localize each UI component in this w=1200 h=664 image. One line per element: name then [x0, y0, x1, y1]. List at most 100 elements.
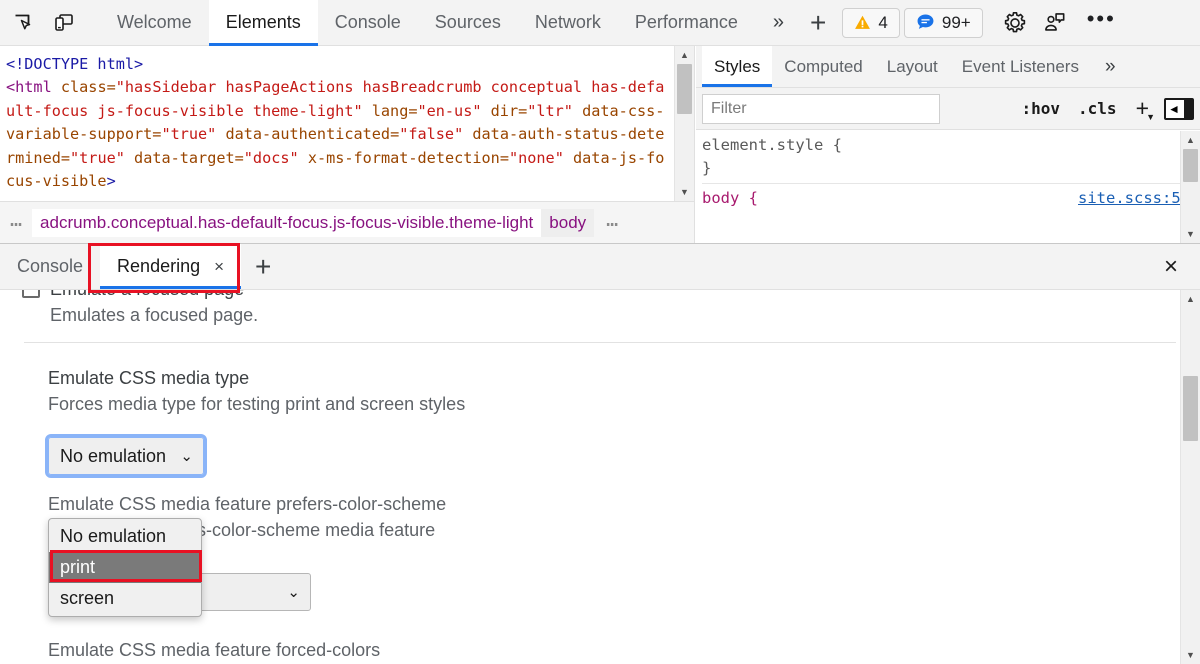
more-options-button[interactable]: •••: [1075, 7, 1128, 38]
dom-attr-format-detection: x-ms-format-detection=: [307, 148, 509, 167]
chevron-down-icon: ⌄: [180, 448, 193, 465]
css-source-link[interactable]: site.scss:57: [1078, 187, 1190, 210]
dom-format-value: "none": [508, 148, 564, 167]
styles-tab-list: Styles Computed Layout Event Listeners »: [696, 46, 1200, 88]
dom-tree[interactable]: <!DOCTYPE html> <html class="hasSidebar …: [0, 46, 673, 198]
tab-computed[interactable]: Computed: [772, 46, 874, 87]
tab-network-label: Network: [534, 12, 601, 32]
css-selector-element-style: element.style {: [702, 136, 842, 154]
scroll-down-arrow[interactable]: ▼: [675, 183, 694, 201]
tab-console[interactable]: Console: [318, 0, 418, 46]
new-style-rule-button[interactable]: + ▼: [1126, 97, 1155, 122]
focused-page-title: Emulate a focused page: [50, 290, 258, 302]
prefers-color-scheme-title: Emulate CSS media feature prefers-color-…: [48, 494, 447, 514]
tab-event-listeners[interactable]: Event Listeners: [950, 46, 1091, 87]
tab-welcome[interactable]: Welcome: [100, 0, 209, 46]
media-type-select[interactable]: No emulation ⌄: [45, 434, 207, 478]
dom-html-tag: <html: [6, 78, 52, 97]
dropdown-option-screen[interactable]: screen: [49, 583, 201, 614]
scrollbar-thumb[interactable]: [677, 64, 692, 114]
media-type-title: Emulate CSS media type: [48, 368, 250, 388]
toggle-sidebar-icon[interactable]: ◄: [1164, 97, 1194, 120]
feedback-icon[interactable]: [1035, 3, 1075, 43]
focused-page-checkbox[interactable]: [22, 290, 40, 298]
device-toolbar-icon[interactable]: [44, 3, 84, 43]
tab-styles[interactable]: Styles: [702, 46, 773, 87]
rendering-panel: Emulate a focused page Emulates a focuse…: [0, 290, 1200, 664]
feedback-glyph: [1044, 12, 1065, 31]
chevron-down-icon: ▼: [1146, 112, 1155, 122]
tab-performance-label: Performance: [634, 12, 738, 32]
tab-computed-label: Computed: [784, 56, 863, 76]
css-rules-list: element.style { } site.scss:57 body {: [696, 130, 1200, 210]
cls-toggle-button[interactable]: .cls: [1069, 99, 1126, 118]
toolbar-right-icons: •••: [991, 3, 1128, 43]
styles-scrollbar-thumb[interactable]: [1183, 149, 1198, 182]
drawer: Console Rendering × + × Emulate a focuse…: [0, 243, 1200, 664]
sidebar-block-glyph: [1184, 99, 1192, 118]
drawer-scroll-up-arrow[interactable]: ▲: [1181, 290, 1200, 308]
tab-elements-label: Elements: [225, 12, 301, 32]
styles-scrollbar-track[interactable]: [1181, 149, 1200, 225]
tab-network[interactable]: Network: [518, 0, 618, 46]
inspect-element-icon[interactable]: [4, 3, 44, 43]
device-toolbar-glyph: [55, 13, 73, 31]
hov-toggle-button[interactable]: :hov: [1013, 99, 1070, 118]
close-rendering-tab-icon[interactable]: ×: [214, 257, 224, 277]
scrollbar-track[interactable]: [675, 64, 694, 183]
message-badge[interactable]: 99+: [903, 7, 983, 38]
drawer-scrollbar-track[interactable]: [1181, 308, 1200, 646]
styles-scrollbar[interactable]: ▲ ▼: [1180, 131, 1200, 243]
forced-colors-title: Emulate CSS media feature forced-colors: [48, 640, 381, 660]
gear-icon[interactable]: [995, 3, 1035, 43]
add-panel-button[interactable]: +: [798, 0, 838, 46]
tab-event-listeners-label: Event Listeners: [961, 56, 1079, 76]
dom-attr-lang: lang=: [371, 101, 418, 120]
breadcrumb: … adcrumb.conceptual.has-default-focus.j…: [0, 201, 694, 243]
drawer-add-tab-button[interactable]: +: [241, 244, 285, 289]
tab-welcome-label: Welcome: [117, 12, 192, 32]
tab-sources[interactable]: Sources: [418, 0, 518, 46]
css-selector-body: body {: [702, 189, 758, 207]
styles-scroll-down-arrow[interactable]: ▼: [1181, 225, 1200, 243]
breadcrumb-item-html[interactable]: adcrumb.conceptual.has-default-focus.js-…: [32, 208, 542, 237]
drawer-scrollbar[interactable]: ▲ ▼: [1180, 290, 1200, 664]
dropdown-option-no-emulation[interactable]: No emulation: [49, 521, 201, 552]
dom-doctype: <!DOCTYPE html>: [6, 55, 144, 73]
css-rule-element-style[interactable]: element.style { }: [702, 134, 1194, 180]
close-drawer-button[interactable]: ×: [1158, 253, 1184, 280]
tab-performance[interactable]: Performance: [618, 0, 755, 46]
css-rule-body[interactable]: site.scss:57 body {: [702, 187, 1194, 210]
css-rule-close-brace: }: [702, 159, 712, 177]
drawer-scroll-down-arrow[interactable]: ▼: [1181, 646, 1200, 664]
more-tabs-icon[interactable]: »: [755, 0, 798, 46]
dom-attr-target: data-target=: [134, 148, 244, 167]
tab-elements[interactable]: Elements: [208, 0, 318, 46]
gear-glyph: [1004, 11, 1025, 32]
breadcrumb-overflow-left[interactable]: …: [0, 209, 32, 237]
breadcrumb-overflow-right[interactable]: …: [594, 209, 632, 237]
rendering-divider: [24, 342, 1176, 343]
media-type-select-value: No emulation: [60, 445, 167, 466]
rendering-setting-focused-page: Emulate a focused page Emulates a focuse…: [0, 290, 1200, 328]
tab-layout-label: Layout: [886, 56, 938, 76]
arrow-left-glyph: ◄: [1168, 101, 1180, 116]
styles-more-tabs-icon[interactable]: »: [1091, 46, 1130, 87]
styles-scroll-up-arrow[interactable]: ▲: [1181, 131, 1200, 149]
styles-filter-input[interactable]: [702, 93, 940, 124]
warning-icon: [855, 15, 871, 29]
drawer-scrollbar-thumb[interactable]: [1183, 376, 1198, 441]
media-type-dropdown-list[interactable]: No emulation print screen: [48, 518, 202, 617]
tab-console-label: Console: [334, 12, 401, 32]
dropdown-option-print[interactable]: print: [49, 552, 201, 583]
tab-layout[interactable]: Layout: [875, 46, 950, 87]
breadcrumb-item-body[interactable]: body: [541, 208, 595, 237]
drawer-tab-console[interactable]: Console: [0, 244, 100, 289]
elements-scrollbar[interactable]: ▲ ▼: [674, 46, 694, 201]
warning-badge[interactable]: 4: [842, 7, 900, 38]
scroll-up-arrow[interactable]: ▲: [675, 46, 694, 64]
rendering-setting-media-type: Emulate CSS media type Forces media type…: [0, 365, 1200, 417]
inspect-element-glyph: [15, 14, 31, 29]
dom-authstatus-value: "true": [70, 148, 125, 167]
drawer-tab-rendering[interactable]: Rendering ×: [100, 244, 242, 289]
